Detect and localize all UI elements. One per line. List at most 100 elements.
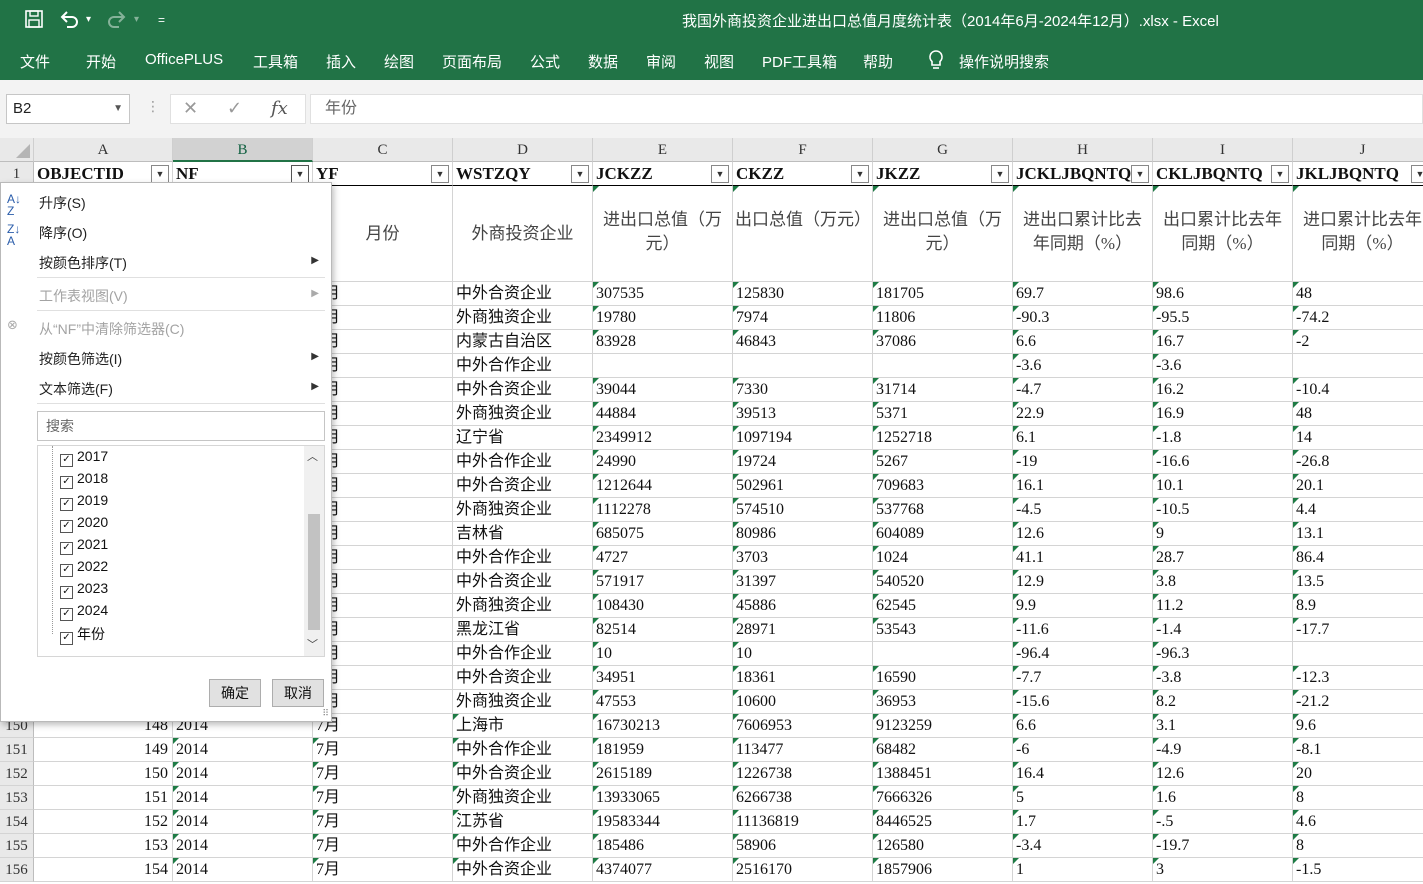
data-cell[interactable]: 6.1 (1013, 426, 1153, 450)
data-cell[interactable]: -2 (1293, 330, 1423, 354)
data-cell[interactable]: 8446525 (873, 810, 1013, 834)
data-cell[interactable]: 8 (1293, 834, 1423, 858)
data-cell[interactable]: 10600 (733, 690, 873, 714)
data-cell[interactable]: -19.7 (1153, 834, 1293, 858)
filter-list-item[interactable]: ✓ 2023 (60, 580, 108, 599)
data-cell[interactable]: 中外合资企业 (453, 762, 593, 786)
data-cell[interactable]: 3703 (733, 546, 873, 570)
field-header-cell[interactable]: JCKZZ ▼ (593, 162, 733, 186)
field-header-cell[interactable]: CKLJBQNTQ ▼ (1153, 162, 1293, 186)
data-cell[interactable]: 53543 (873, 618, 1013, 642)
data-cell[interactable]: 10.1 (1153, 474, 1293, 498)
cancel-button[interactable]: 取消 (272, 679, 324, 707)
data-cell[interactable]: 9.9 (1013, 594, 1153, 618)
column-header-g[interactable]: G (873, 138, 1013, 162)
data-cell[interactable]: 13.5 (1293, 570, 1423, 594)
redo-icon[interactable] (106, 9, 128, 34)
data-cell[interactable]: 4727 (593, 546, 733, 570)
data-cell[interactable]: 31714 (873, 378, 1013, 402)
data-cell[interactable]: 153 (34, 834, 173, 858)
data-cell[interactable]: 62545 (873, 594, 1013, 618)
filter-dropdown-button[interactable]: ▼ (711, 165, 729, 183)
data-cell[interactable]: 外商独资企业 (453, 690, 593, 714)
data-cell[interactable]: -.5 (1153, 810, 1293, 834)
data-cell[interactable]: 604089 (873, 522, 1013, 546)
undo-icon[interactable] (58, 9, 80, 34)
data-cell[interactable]: 内蒙古自治区 (453, 330, 593, 354)
filter-by-color-item[interactable]: 按颜色筛选(I) (39, 349, 122, 369)
data-cell[interactable]: 11.2 (1153, 594, 1293, 618)
checkbox-checked-icon[interactable]: ✓ (60, 564, 73, 577)
data-cell[interactable]: -15.6 (1013, 690, 1153, 714)
data-cell[interactable]: 2615189 (593, 762, 733, 786)
filter-list-item[interactable]: ✓ 2021 (60, 536, 108, 555)
data-cell[interactable]: 537768 (873, 498, 1013, 522)
data-cell[interactable]: 7330 (733, 378, 873, 402)
data-cell[interactable]: 7月 (313, 834, 453, 858)
label-cell-jckzz[interactable]: 进出口总值（万元） (593, 186, 733, 282)
data-cell[interactable]: 46843 (733, 330, 873, 354)
label-cell-ckljbqntq[interactable]: 出口累计比去年同期（%） (1153, 186, 1293, 282)
data-cell[interactable]: 44884 (593, 402, 733, 426)
filter-list-item[interactable]: ✓ 2024 (60, 602, 108, 621)
data-cell[interactable]: 2349912 (593, 426, 733, 450)
select-all-corner[interactable] (0, 138, 34, 162)
row-header[interactable]: 155 (0, 834, 34, 858)
tab-data[interactable]: 数据 (588, 51, 618, 72)
data-cell[interactable]: -3.6 (1153, 354, 1293, 378)
data-cell[interactable]: 24990 (593, 450, 733, 474)
data-cell[interactable]: 22.9 (1013, 402, 1153, 426)
data-cell[interactable]: 7月 (313, 642, 453, 666)
data-cell[interactable]: 中外合作企业 (453, 354, 593, 378)
filter-dropdown-button[interactable]: ▼ (1271, 165, 1289, 183)
insert-function-icon[interactable]: fx (271, 98, 288, 119)
tell-me-search[interactable]: 操作说明搜索 (959, 51, 1049, 72)
data-cell[interactable]: 中外合作企业 (453, 642, 593, 666)
data-cell[interactable]: 39044 (593, 378, 733, 402)
data-cell[interactable]: -90.3 (1013, 306, 1153, 330)
data-cell[interactable]: 7月 (313, 354, 453, 378)
row-header[interactable]: 152 (0, 762, 34, 786)
filter-dropdown-button[interactable]: ▼ (571, 165, 589, 183)
filter-list-item[interactable]: ✓ 2017 (60, 448, 108, 467)
field-header-cell[interactable]: JKLJBQNTQ ▼ (1293, 162, 1423, 186)
data-cell[interactable]: 2014 (173, 858, 313, 882)
data-cell[interactable]: 2516170 (733, 858, 873, 882)
column-header-b[interactable]: B (173, 138, 313, 162)
data-cell[interactable]: 16730213 (593, 714, 733, 738)
row-header[interactable]: 151 (0, 738, 34, 762)
data-cell[interactable]: -26.8 (1293, 450, 1423, 474)
data-cell[interactable]: 69.7 (1013, 282, 1153, 306)
data-cell[interactable]: 中外合作企业 (453, 834, 593, 858)
data-cell[interactable]: 7606953 (733, 714, 873, 738)
data-cell[interactable]: 2014 (173, 786, 313, 810)
data-cell[interactable] (1293, 642, 1423, 666)
data-cell[interactable]: 1024 (873, 546, 1013, 570)
data-cell[interactable]: -3.8 (1153, 666, 1293, 690)
data-cell[interactable]: 7月 (313, 282, 453, 306)
checkbox-checked-icon[interactable]: ✓ (60, 632, 73, 645)
data-cell[interactable]: 6266738 (733, 786, 873, 810)
data-cell[interactable]: -10.4 (1293, 378, 1423, 402)
data-cell[interactable]: -1.8 (1153, 426, 1293, 450)
scroll-up-icon[interactable]: ︿ (307, 448, 318, 464)
data-cell[interactable]: 吉林省 (453, 522, 593, 546)
data-cell[interactable]: 68482 (873, 738, 1013, 762)
data-cell[interactable]: 126580 (873, 834, 1013, 858)
customize-toolbar-icon[interactable]: = (158, 9, 165, 31)
data-cell[interactable]: 7月 (313, 594, 453, 618)
data-cell[interactable]: -10.5 (1153, 498, 1293, 522)
data-cell[interactable]: 82514 (593, 618, 733, 642)
data-cell[interactable]: 7月 (313, 786, 453, 810)
data-cell[interactable]: -7.7 (1013, 666, 1153, 690)
data-cell[interactable]: 7月 (313, 618, 453, 642)
data-cell[interactable]: -3.4 (1013, 834, 1153, 858)
resize-grip-icon[interactable]: ⠿ (322, 708, 329, 719)
data-cell[interactable]: 13933065 (593, 786, 733, 810)
confirm-icon[interactable]: ✓ (227, 98, 242, 119)
data-cell[interactable]: 19780 (593, 306, 733, 330)
data-cell[interactable]: -95.5 (1153, 306, 1293, 330)
field-header-cell[interactable]: YF ▼ (313, 162, 453, 186)
data-cell[interactable]: 中外合资企业 (453, 282, 593, 306)
ok-button[interactable]: 确定 (209, 679, 261, 707)
